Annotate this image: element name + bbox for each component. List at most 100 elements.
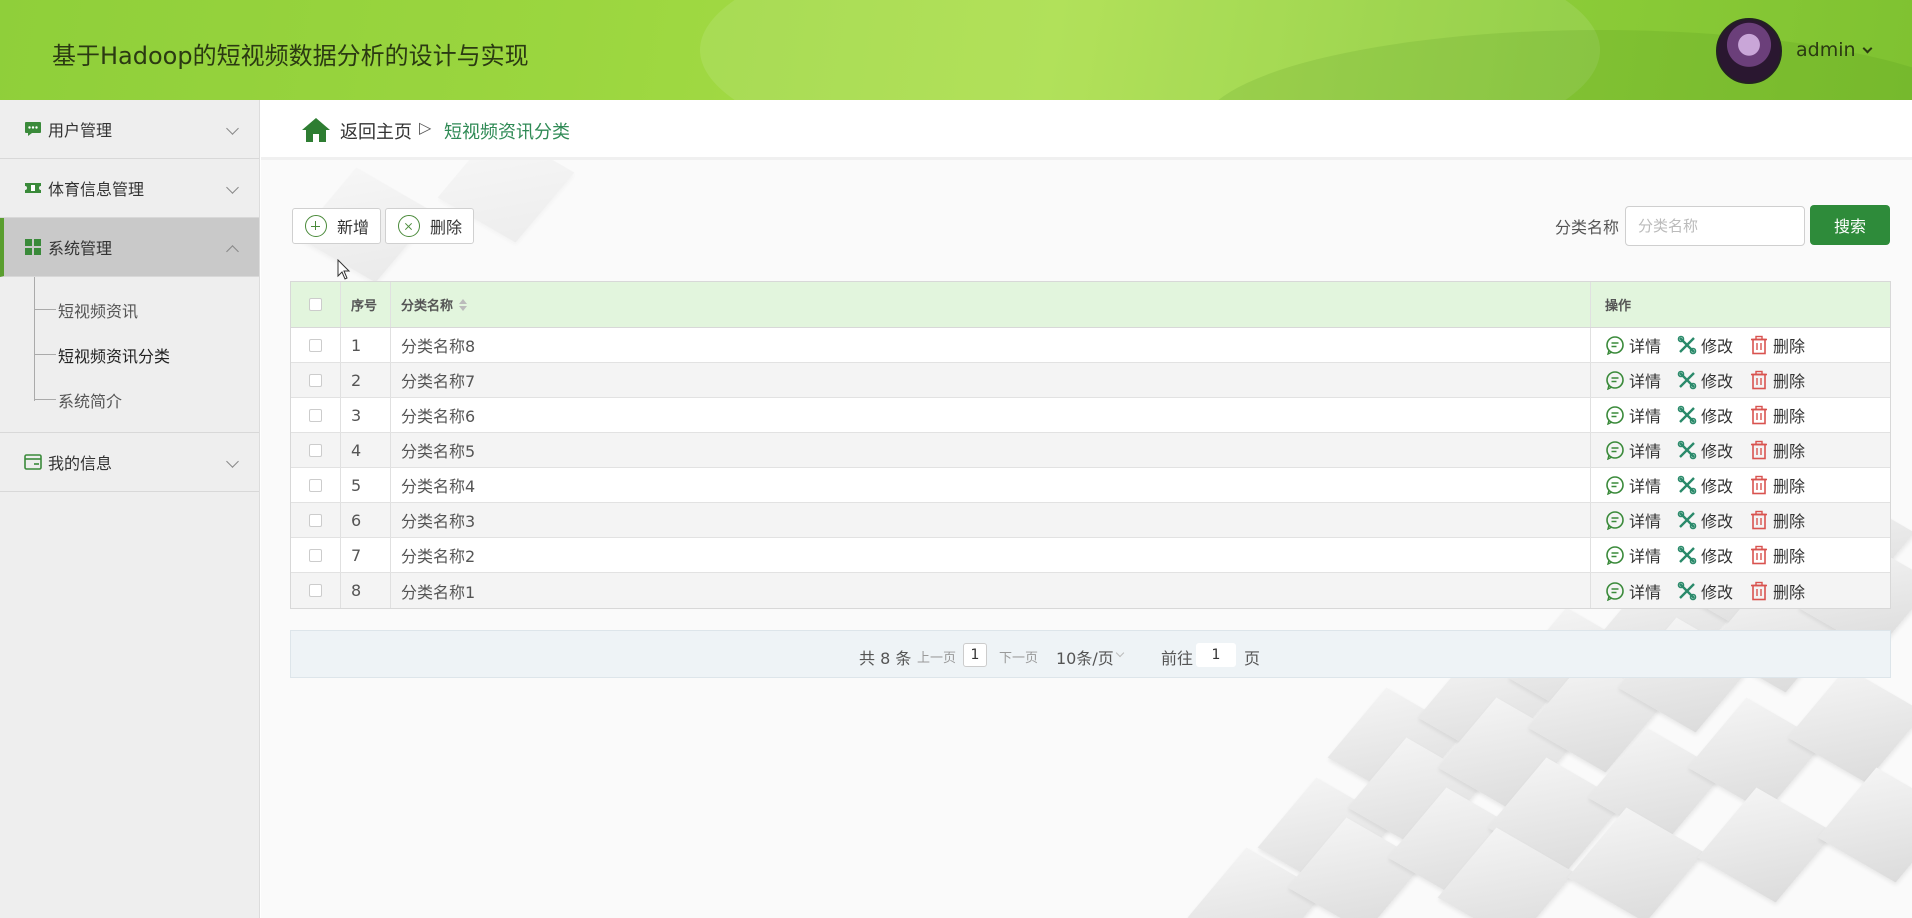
wrench-icon xyxy=(1677,510,1697,530)
detail-icon xyxy=(1606,371,1624,390)
next-page-button[interactable]: 下一页 xyxy=(999,647,1038,666)
sidebar-item-sports-info[interactable]: 体育信息管理 xyxy=(0,159,259,218)
edit-button[interactable]: 修改 xyxy=(1677,403,1733,427)
row-actions: 详情 修改 删除 xyxy=(1591,573,1890,608)
edit-button[interactable]: 修改 xyxy=(1677,368,1733,392)
header-name[interactable]: 分类名称 xyxy=(391,282,1591,327)
trash-icon xyxy=(1751,335,1768,355)
home-icon[interactable] xyxy=(301,117,331,143)
row-actions: 详情 修改 删除 xyxy=(1591,363,1890,397)
submenu-item-video-news[interactable]: 短视频资讯 xyxy=(0,287,259,332)
sidebar-item-label: 系统管理 xyxy=(48,239,113,258)
chevron-down-icon xyxy=(1115,648,1125,658)
row-actions: 详情 修改 删除 xyxy=(1591,538,1890,572)
edit-button[interactable]: 修改 xyxy=(1677,333,1733,357)
wrench-icon xyxy=(1677,335,1697,355)
current-page[interactable]: 1 xyxy=(963,643,987,667)
submenu-item-video-category[interactable]: 短视频资讯分类 xyxy=(0,332,259,377)
edit-button[interactable]: 修改 xyxy=(1677,473,1733,497)
table-row: 3 分类名称6 详情 修改 删除 xyxy=(291,398,1890,433)
row-checkbox[interactable] xyxy=(309,408,322,422)
breadcrumb: 返回主页 ▷ 短视频资讯分类 xyxy=(261,100,1912,160)
main-content: 返回主页 ▷ 短视频资讯分类 新增 删除 分类名称 搜索 序号 分类名称 操作 … xyxy=(261,100,1912,918)
sidebar-item-my-info[interactable]: 我的信息 xyxy=(0,433,259,492)
table-row: 5 分类名称4 详情 修改 删除 xyxy=(291,468,1890,503)
search-button[interactable]: 搜索 xyxy=(1810,205,1890,245)
sidebar-item-system-management[interactable]: 系统管理 xyxy=(0,218,259,277)
row-checkbox[interactable] xyxy=(309,548,322,562)
row-checkbox[interactable] xyxy=(309,478,322,492)
sidebar: 用户管理 体育信息管理 系统管理 短视频资讯 短视频资讯分类 系统简介 我的信息 xyxy=(0,100,260,918)
detail-button[interactable]: 详情 xyxy=(1605,508,1661,532)
row-checkbox[interactable] xyxy=(309,373,322,387)
chevron-down-icon xyxy=(226,181,239,194)
delete-row-button[interactable]: 删除 xyxy=(1749,403,1805,427)
pagination: 共 8 条 上一页 1 下一页 10条/页 前往 1 页 xyxy=(290,630,1891,678)
delete-row-button[interactable]: 删除 xyxy=(1749,438,1805,462)
page-size-select[interactable]: 10条/页 xyxy=(1056,645,1114,669)
user-menu[interactable]: admin xyxy=(1796,39,1872,61)
delete-button[interactable]: 删除 xyxy=(385,208,474,244)
detail-button[interactable]: 详情 xyxy=(1605,403,1661,427)
wrench-icon xyxy=(1677,581,1697,600)
submenu-item-system-intro[interactable]: 系统简介 xyxy=(0,377,259,422)
trash-icon xyxy=(1751,581,1768,600)
sidebar-item-user-management[interactable]: 用户管理 xyxy=(0,100,259,159)
avatar[interactable] xyxy=(1716,18,1782,84)
row-checkbox[interactable] xyxy=(309,338,322,352)
chevron-down-icon xyxy=(1862,43,1872,54)
wrench-icon xyxy=(1677,405,1697,425)
delete-row-button[interactable]: 删除 xyxy=(1749,579,1805,603)
detail-button[interactable]: 详情 xyxy=(1605,333,1661,357)
wrench-icon xyxy=(1677,370,1697,390)
delete-row-button[interactable]: 删除 xyxy=(1749,543,1805,567)
table-body: 1 分类名称8 详情 修改 删除 2 分类名称7 详情 修改 删除 3 分类名称… xyxy=(291,328,1890,608)
row-name: 分类名称1 xyxy=(391,573,1591,608)
row-actions: 详情 修改 删除 xyxy=(1591,433,1890,467)
search-input[interactable] xyxy=(1625,206,1805,246)
delete-label: 删除 xyxy=(1773,582,1806,602)
delete-row-button[interactable]: 删除 xyxy=(1749,473,1805,497)
delete-row-button[interactable]: 删除 xyxy=(1749,508,1805,532)
detail-icon xyxy=(1606,511,1624,530)
delete-row-button[interactable]: 删除 xyxy=(1749,333,1805,357)
detail-button[interactable]: 详情 xyxy=(1605,438,1661,462)
row-index: 3 xyxy=(341,398,391,432)
row-name: 分类名称5 xyxy=(391,433,1591,467)
chevron-up-icon xyxy=(226,245,239,258)
row-index: 7 xyxy=(341,538,391,572)
row-checkbox[interactable] xyxy=(309,584,322,597)
breadcrumb-separator: ▷ xyxy=(419,118,432,137)
row-actions: 详情 修改 删除 xyxy=(1591,328,1890,362)
row-checkbox[interactable] xyxy=(309,443,322,457)
delete-label: 删除 xyxy=(1773,372,1806,391)
row-index: 1 xyxy=(341,328,391,362)
delete-label: 删除 xyxy=(1773,407,1806,426)
prev-page-button[interactable]: 上一页 xyxy=(917,647,956,666)
goto-input[interactable]: 1 xyxy=(1196,643,1236,667)
edit-button[interactable]: 修改 xyxy=(1677,438,1733,462)
trash-icon xyxy=(1751,440,1768,460)
detail-label: 详情 xyxy=(1629,512,1662,531)
detail-button[interactable]: 详情 xyxy=(1605,473,1661,497)
detail-label: 详情 xyxy=(1629,407,1662,426)
detail-icon xyxy=(1606,581,1624,601)
detail-button[interactable]: 详情 xyxy=(1605,579,1661,603)
detail-icon xyxy=(1606,476,1624,495)
row-name: 分类名称2 xyxy=(391,538,1591,572)
close-circle-icon xyxy=(398,215,420,237)
add-button[interactable]: 新增 xyxy=(292,208,381,244)
search-label: 分类名称 xyxy=(1555,218,1620,237)
breadcrumb-home[interactable]: 返回主页 xyxy=(340,118,412,144)
row-checkbox[interactable] xyxy=(309,513,322,527)
delete-row-button[interactable]: 删除 xyxy=(1749,368,1805,392)
edit-button[interactable]: 修改 xyxy=(1677,579,1733,603)
detail-button[interactable]: 详情 xyxy=(1605,543,1661,567)
sort-icon[interactable] xyxy=(459,298,468,311)
select-all-checkbox[interactable] xyxy=(309,298,322,311)
trash-icon xyxy=(1751,545,1768,565)
edit-button[interactable]: 修改 xyxy=(1677,543,1733,567)
category-table: 序号 分类名称 操作 1 分类名称8 详情 修改 删除 2 分类名称7 详情 修… xyxy=(290,281,1891,609)
detail-button[interactable]: 详情 xyxy=(1605,368,1661,392)
edit-button[interactable]: 修改 xyxy=(1677,508,1733,532)
